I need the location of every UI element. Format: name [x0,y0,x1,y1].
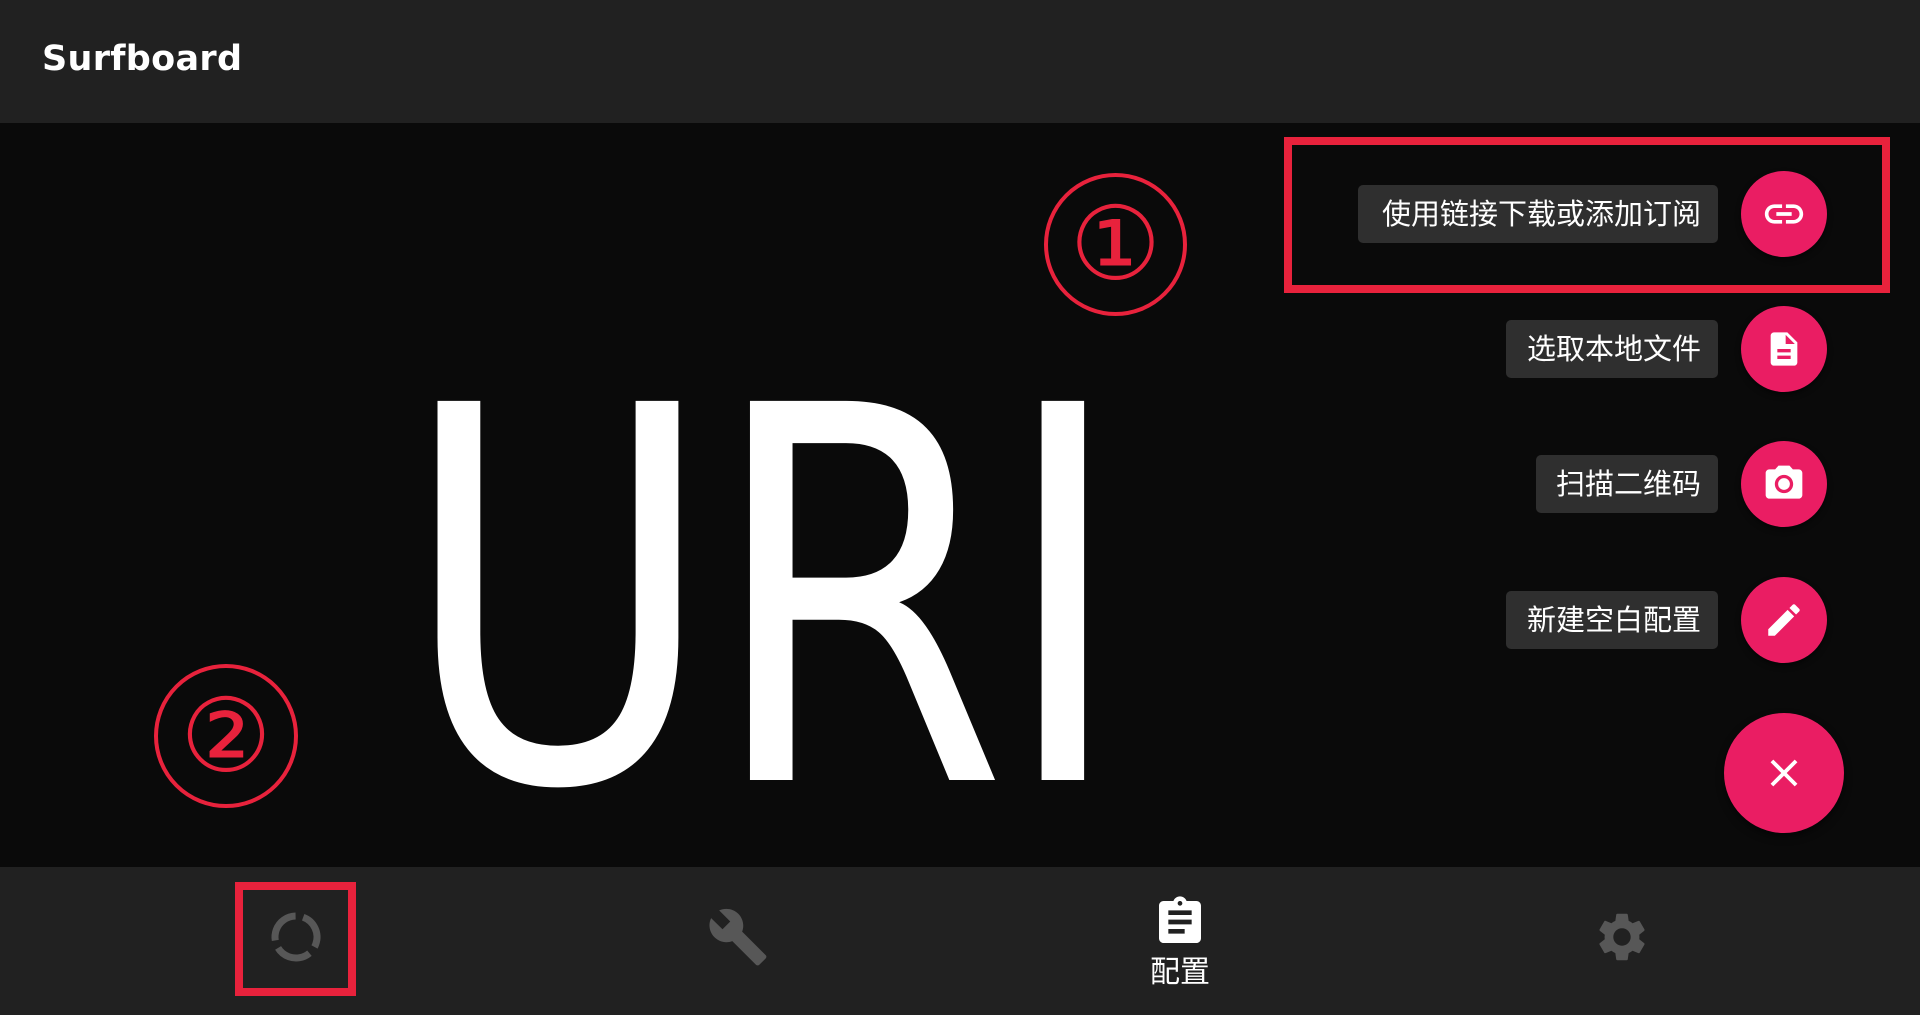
uri-heading: URI [400,297,1126,903]
speed-dial-label-file[interactable]: 选取本地文件 [1506,320,1718,378]
app-window: Surfboard URI ① ② 使用链接下载或添加订阅 选取本地文件 扫描二… [0,0,1920,1015]
camera-icon [1762,462,1806,506]
speed-dial-label-scan[interactable]: 扫描二维码 [1536,455,1718,513]
gear-icon [1593,908,1651,966]
speed-dial-label-link[interactable]: 使用链接下载或添加订阅 [1358,185,1718,243]
highlight-box-status-tab [235,882,356,996]
clipboard-icon [1152,894,1208,950]
close-speed-dial-button[interactable] [1724,713,1844,833]
link-icon [1761,191,1807,237]
nav-item-tools[interactable] [638,867,838,1015]
pick-local-file-button[interactable] [1741,306,1827,392]
annotation-number-1: ① [1069,185,1162,304]
nav-item-config[interactable]: 配置 [1080,867,1280,1015]
app-title: Surfboard [42,39,243,79]
nav-label-config: 配置 [1150,955,1210,990]
new-blank-config-button[interactable] [1741,577,1827,663]
app-bar: Surfboard [0,0,1920,123]
annotation-circle-1: ① [1044,173,1187,316]
scan-qr-button[interactable] [1741,441,1827,527]
annotation-circle-2: ② [154,664,298,808]
file-icon [1764,329,1804,369]
add-by-link-button[interactable] [1741,171,1827,257]
nav-item-settings[interactable] [1522,867,1722,1015]
speed-dial-label-new[interactable]: 新建空白配置 [1506,591,1718,649]
pencil-icon [1763,599,1805,641]
annotation-number-2: ② [180,676,272,796]
wrench-icon [707,906,769,968]
close-icon [1761,750,1807,796]
